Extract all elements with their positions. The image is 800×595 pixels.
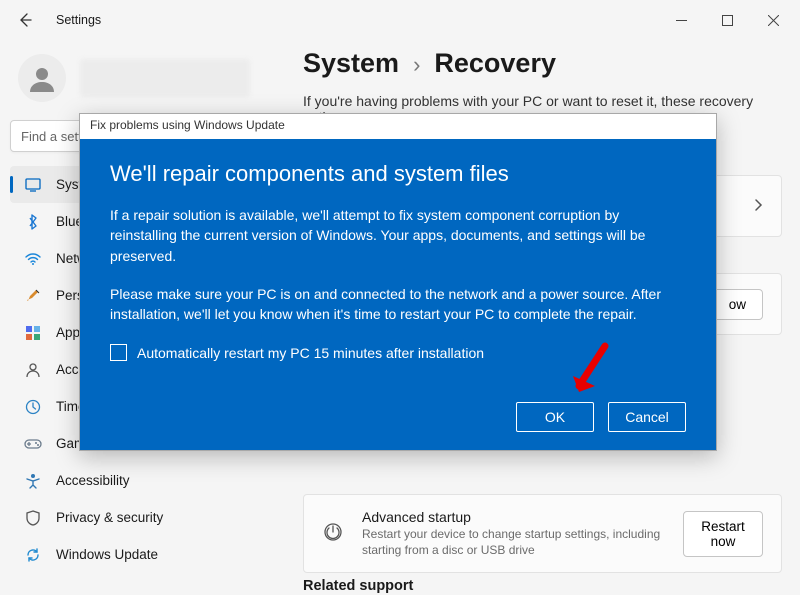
shield-icon <box>24 510 42 526</box>
user-name-redacted <box>80 59 250 97</box>
nav-label: Accessibility <box>56 473 130 488</box>
ok-button[interactable]: OK <box>516 402 594 432</box>
nav-privacy[interactable]: Privacy & security <box>10 499 275 536</box>
dialog-paragraph-1: If a repair solution is available, we'll… <box>110 205 686 266</box>
restart-now-button[interactable]: Restart now <box>683 511 763 557</box>
back-button[interactable] <box>14 12 36 28</box>
clock-icon <box>24 399 42 415</box>
accounts-icon <box>24 362 42 378</box>
checkbox-box-icon <box>110 344 127 361</box>
breadcrumb-sep: › <box>413 52 420 78</box>
checkbox-label: Automatically restart my PC 15 minutes a… <box>137 345 484 361</box>
gamepad-icon <box>24 437 42 451</box>
nav-label: Windows Update <box>56 547 158 562</box>
title-bar: Settings <box>0 0 800 40</box>
person-icon <box>26 62 58 94</box>
nav-update[interactable]: Windows Update <box>10 536 275 573</box>
close-button[interactable] <box>750 5 796 35</box>
breadcrumb: System › Recovery <box>303 48 782 79</box>
chevron-right-icon <box>753 198 763 215</box>
avatar <box>18 54 66 102</box>
dialog-titlebar: Fix problems using Windows Update <box>80 114 716 139</box>
system-icon <box>24 177 42 193</box>
card-title: Advanced startup <box>362 509 665 525</box>
wifi-icon <box>24 252 42 266</box>
related-support-header: Related support <box>303 578 413 594</box>
auto-restart-checkbox[interactable]: Automatically restart my PC 15 minutes a… <box>110 344 686 361</box>
bluetooth-icon <box>24 214 42 230</box>
repair-dialog: Fix problems using Windows Update We'll … <box>79 113 717 451</box>
accessibility-icon <box>24 473 42 489</box>
cancel-button[interactable]: Cancel <box>608 402 686 432</box>
close-icon <box>768 15 779 26</box>
breadcrumb-current: Recovery <box>434 48 556 79</box>
brush-icon <box>24 288 42 304</box>
card-desc: Restart your device to change startup se… <box>362 527 665 558</box>
dialog-heading: We'll repair components and system files <box>110 161 686 187</box>
account-header[interactable] <box>10 50 275 116</box>
breadcrumb-parent[interactable]: System <box>303 48 399 79</box>
dialog-paragraph-2: Please make sure your PC is on and conne… <box>110 284 686 325</box>
nav-label: Privacy & security <box>56 510 163 525</box>
apps-icon <box>24 325 42 341</box>
card-action-button-partial[interactable]: ow <box>712 289 763 320</box>
window-title: Settings <box>56 13 101 27</box>
power-icon <box>322 521 344 546</box>
maximize-button[interactable] <box>704 5 750 35</box>
maximize-icon <box>722 15 733 26</box>
minimize-icon <box>676 15 687 26</box>
nav-accessibility[interactable]: Accessibility <box>10 462 275 499</box>
advanced-startup-card[interactable]: Advanced startup Restart your device to … <box>303 494 782 573</box>
minimize-button[interactable] <box>658 5 704 35</box>
update-icon <box>24 547 42 563</box>
arrow-left-icon <box>17 12 33 28</box>
